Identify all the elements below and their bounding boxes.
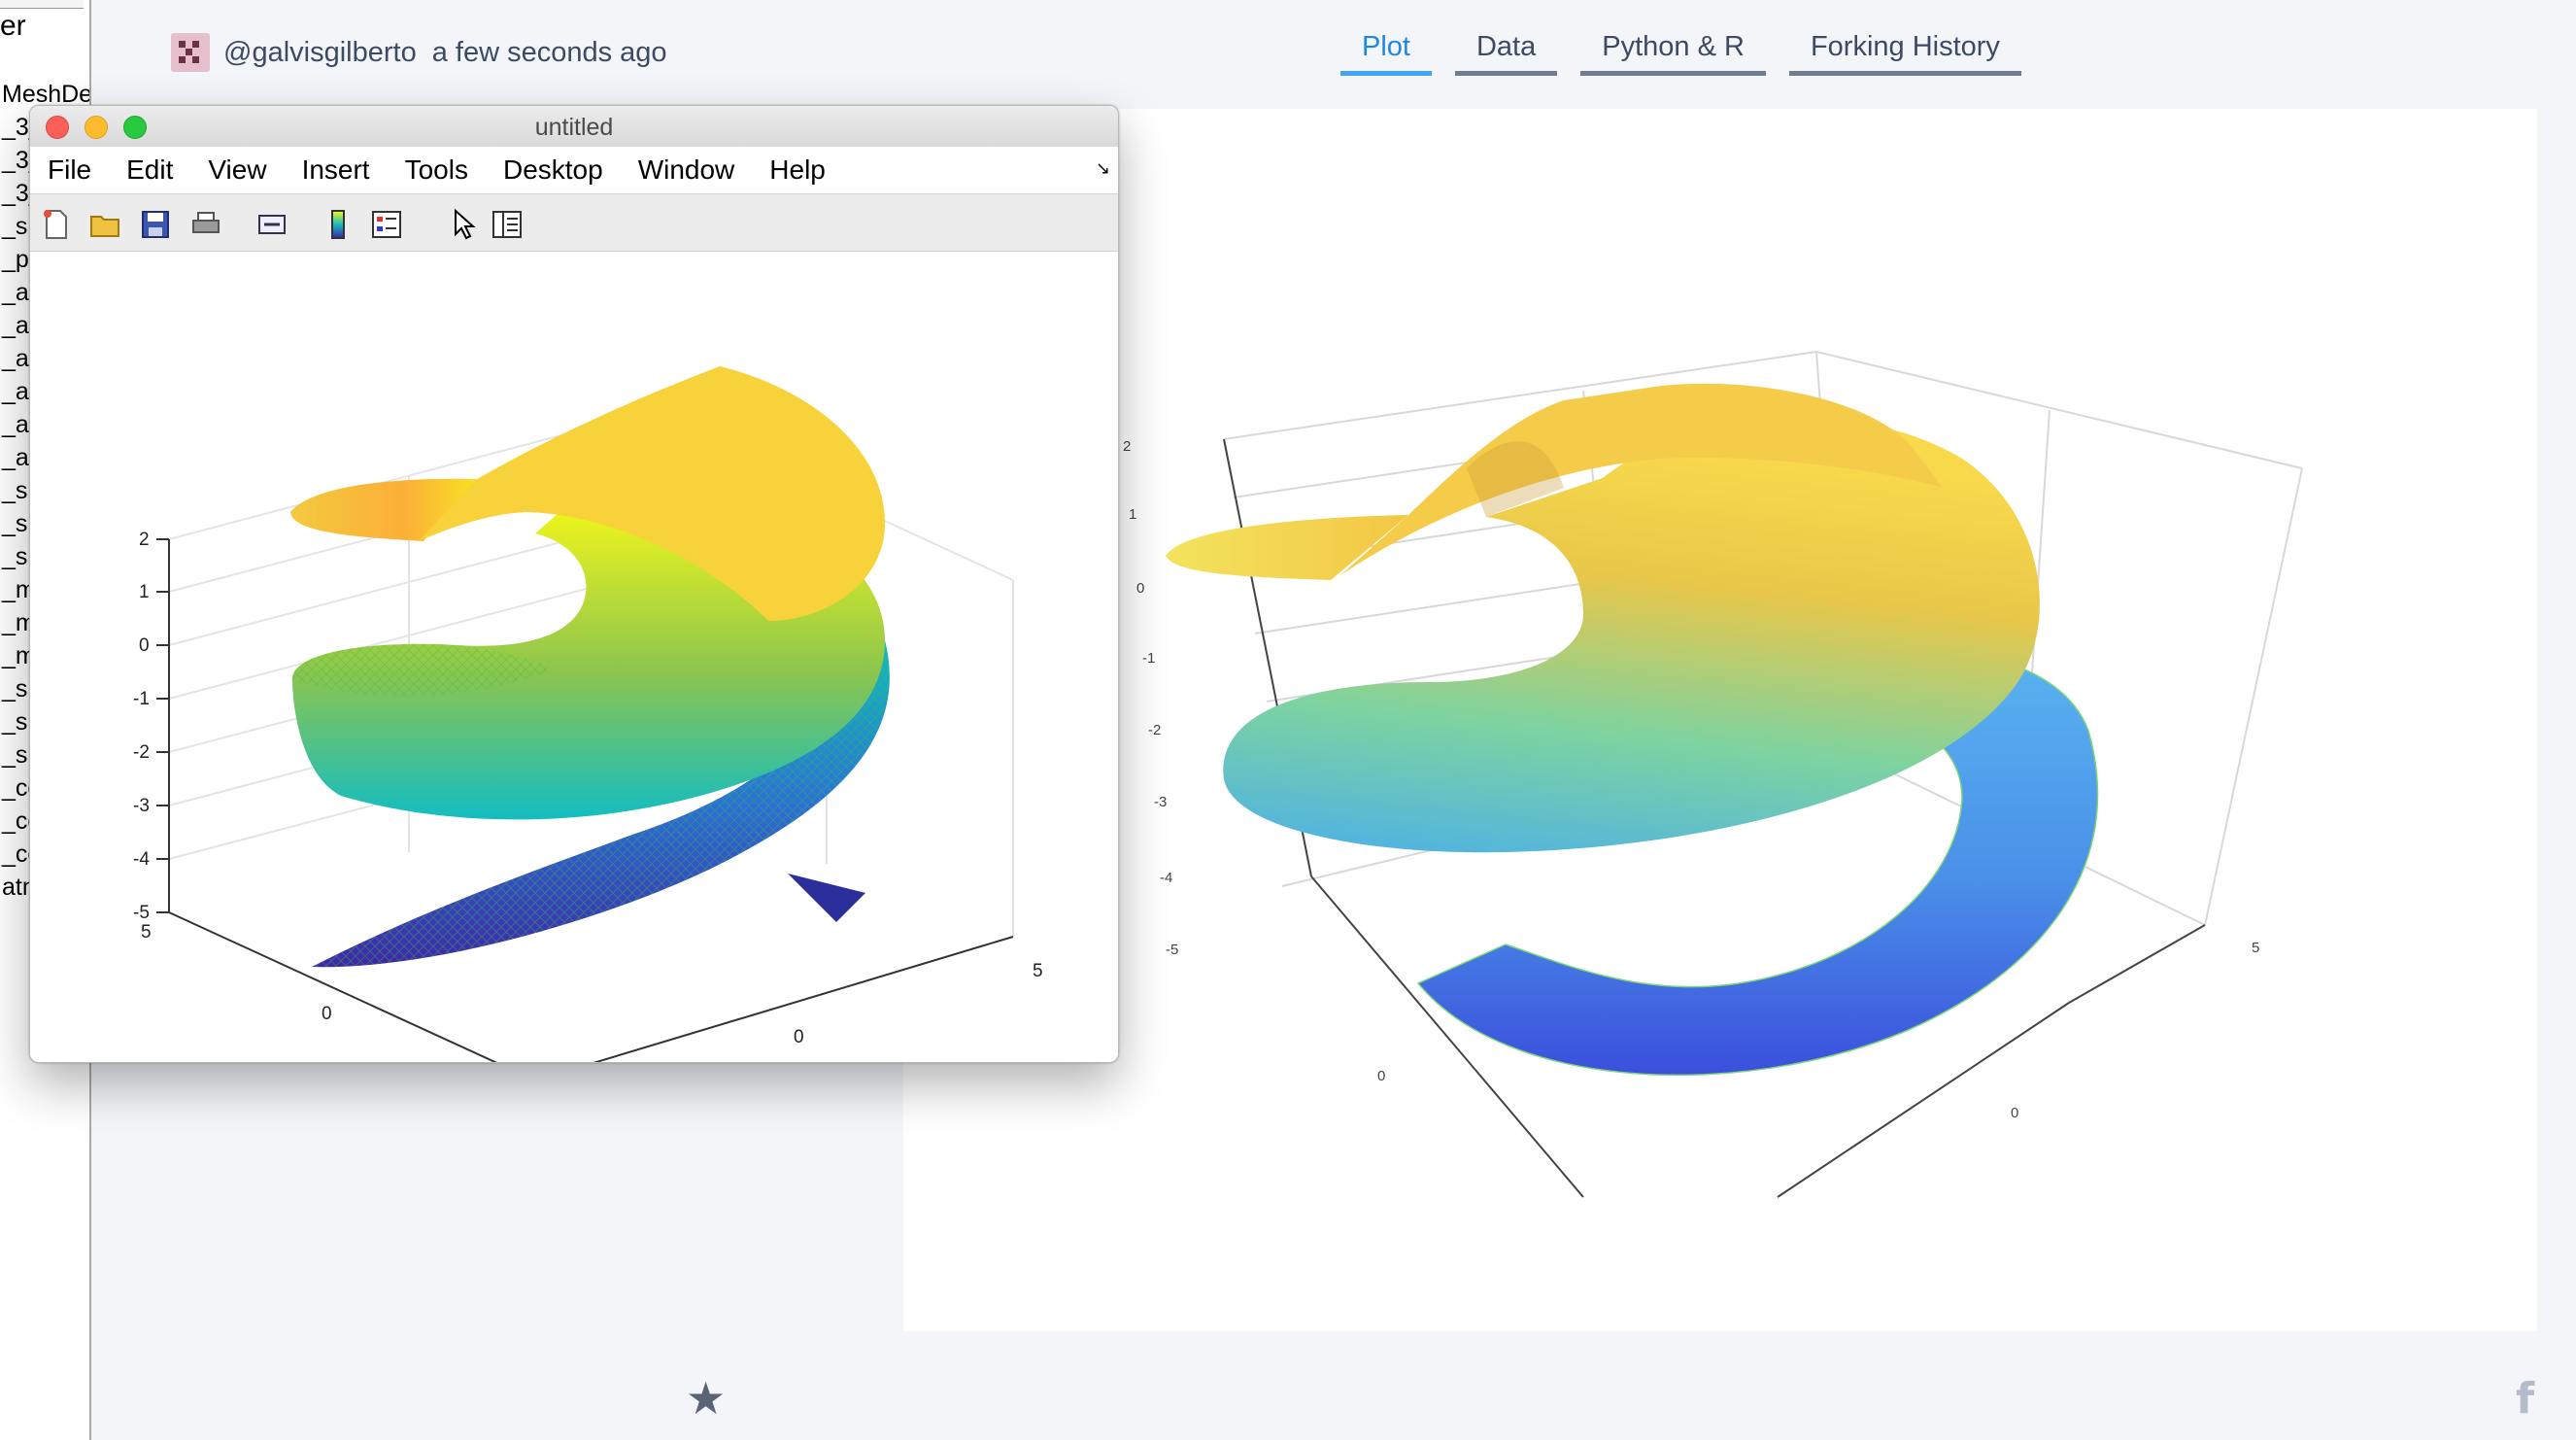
- matlab-x-tick: 5: [141, 922, 152, 943]
- plotly-y-tick: 5: [2252, 940, 2259, 956]
- star-icon[interactable]: ★: [686, 1376, 726, 1421]
- matlab-z-tick: -2: [133, 742, 150, 763]
- window-title-bar[interactable]: untitled: [30, 106, 1118, 148]
- matlab-z-tick: 0: [139, 635, 150, 656]
- open-file-icon[interactable]: [88, 208, 121, 241]
- plotly-z-tick: -4: [1160, 870, 1172, 886]
- plotly-surface-chart[interactable]: 2 1 0 -1 -2 -3 -4 -5 0 5 0: [903, 109, 2537, 1331]
- matlab-y-tick: 5: [1033, 961, 1043, 981]
- menu-help[interactable]: Help: [752, 154, 843, 186]
- plotly-z-tick: 2: [1123, 438, 1131, 455]
- file-browser-path: er: [0, 10, 26, 42]
- dock-arrow-icon[interactable]: ↘: [1096, 158, 1110, 179]
- menu-tools[interactable]: Tools: [388, 154, 486, 186]
- facebook-icon[interactable]: f: [2516, 1378, 2534, 1421]
- plotly-y-tick: 0: [2011, 1105, 2018, 1121]
- print-icon[interactable]: [189, 208, 222, 241]
- matlab-figure-window[interactable]: untitled File Edit View Insert Tools Des…: [29, 105, 1119, 1063]
- menu-desktop[interactable]: Desktop: [486, 154, 621, 186]
- figure-toolbar: [30, 194, 1118, 252]
- author-bar: @galvisgilberto a few seconds ago: [171, 29, 667, 76]
- plot-card: 2 1 0 -1 -2 -3 -4 -5 0 5 0: [903, 109, 2537, 1331]
- figure-canvas[interactable]: 2 1 0 -1 -2 -3 -4 -5 5 0 -5 -5 0 5: [30, 252, 1118, 1062]
- save-icon[interactable]: [139, 208, 172, 241]
- menu-insert[interactable]: Insert: [285, 154, 388, 186]
- matlab-z-tick: 2: [139, 530, 150, 550]
- menu-file[interactable]: File: [30, 154, 109, 186]
- legend-icon[interactable]: [370, 208, 403, 241]
- matlab-z-tick: -5: [133, 903, 150, 923]
- plotly-z-tick: -5: [1166, 942, 1178, 958]
- matlab-z-tick: -3: [133, 796, 150, 816]
- menu-view[interactable]: View: [190, 154, 284, 186]
- plotly-z-tick: -3: [1154, 794, 1167, 810]
- author-timestamp: a few seconds ago: [431, 36, 667, 68]
- matlab-x-tick: 0: [322, 1004, 332, 1024]
- view-tabs: Plot Data Python & R Forking History: [1340, 27, 2045, 76]
- menu-edit[interactable]: Edit: [109, 154, 190, 186]
- tab-data[interactable]: Data: [1454, 27, 1558, 76]
- avatar[interactable]: [171, 33, 210, 72]
- plotly-z-tick: 1: [1129, 506, 1136, 523]
- matlab-z-tick: -4: [133, 849, 150, 870]
- plotly-z-tick: -2: [1148, 722, 1161, 738]
- plotly-surface-middle[interactable]: [1223, 417, 2040, 853]
- tab-plot[interactable]: Plot: [1340, 27, 1432, 76]
- menu-window[interactable]: Window: [621, 154, 753, 186]
- tab-forking-history[interactable]: Forking History: [1788, 27, 2021, 76]
- plotly-z-tick: 0: [1136, 580, 1144, 597]
- matlab-z-tick: -1: [133, 689, 150, 709]
- file-browser-header: [0, 0, 84, 9]
- window-title: untitled: [534, 114, 614, 141]
- menu-bar: File Edit View Insert Tools Desktop Wind…: [30, 147, 1118, 194]
- link-icon[interactable]: [255, 208, 288, 241]
- plotly-z-tick: -1: [1142, 650, 1155, 667]
- matlab-z-tick: 1: [139, 582, 150, 602]
- matlab-surface-chart[interactable]: 2 1 0 -1 -2 -3 -4 -5 5 0 -5 -5 0 5: [30, 252, 1118, 1062]
- matlab-y-tick: 0: [794, 1027, 804, 1047]
- new-figure-icon[interactable]: [40, 208, 73, 241]
- plotly-x-tick: 0: [1377, 1068, 1385, 1084]
- colorbar-icon[interactable]: [322, 208, 355, 241]
- tab-python-r[interactable]: Python & R: [1580, 27, 1766, 76]
- pointer-icon[interactable]: [446, 208, 479, 241]
- author-name[interactable]: @galvisgilberto: [223, 37, 417, 69]
- property-inspector-icon[interactable]: [491, 208, 524, 241]
